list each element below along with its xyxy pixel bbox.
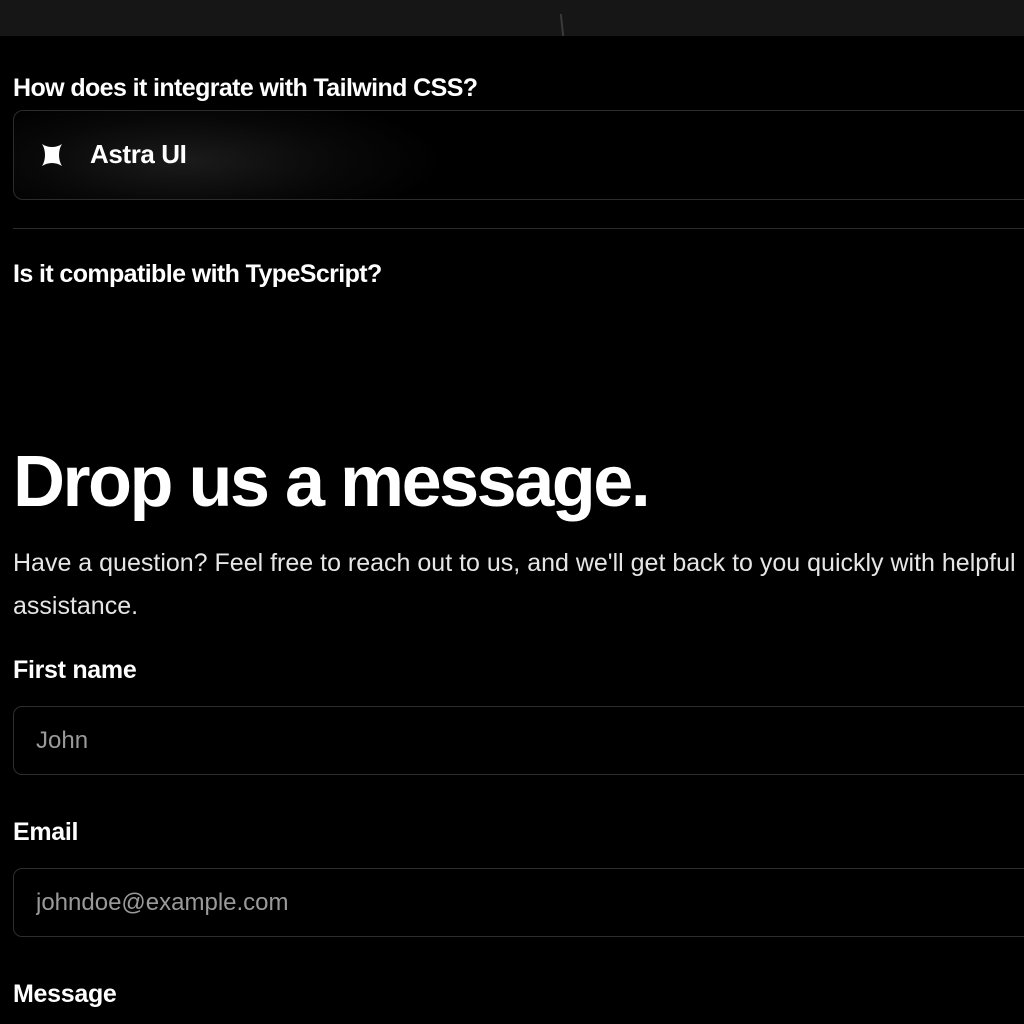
first-name-label: First name (13, 656, 137, 684)
faq-divider (13, 228, 1024, 229)
four-point-star-icon (42, 144, 62, 166)
faq-question-typescript[interactable]: Is it compatible with TypeScript? (13, 260, 382, 289)
astra-ui-card: Astra UI (13, 110, 1024, 200)
contact-title: Drop us a message. (13, 442, 651, 522)
top-bar (0, 0, 1024, 37)
contact-subtitle: Have a question? Feel free to reach out … (13, 549, 1016, 620)
email-input[interactable] (13, 868, 1024, 937)
top-bar-divider (559, 13, 565, 37)
first-name-input[interactable] (13, 706, 1024, 775)
brand-name: Astra UI (90, 139, 187, 169)
message-label: Message (13, 980, 117, 1008)
faq-question-tailwind[interactable]: How does it integrate with Tailwind CSS? (13, 74, 478, 103)
email-label: Email (13, 818, 79, 846)
